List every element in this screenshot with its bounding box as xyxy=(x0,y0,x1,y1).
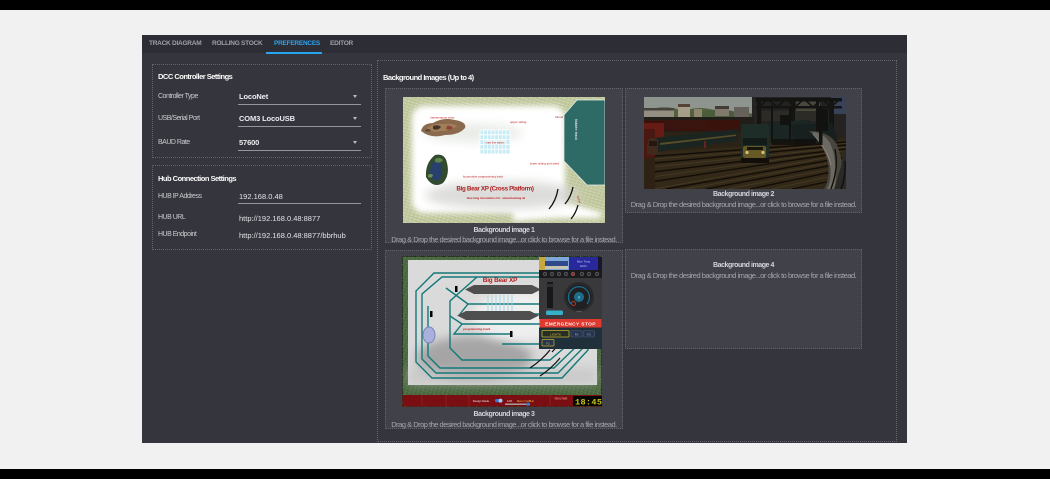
svg-text:locomotive programming track: locomotive programming track xyxy=(463,175,504,179)
svg-text:F0: F0 xyxy=(575,332,579,336)
svg-text:blue tang innovations ltd - ww: blue tang innovations ltd - www.bluetang… xyxy=(467,196,526,200)
svg-text:speed: speed xyxy=(576,311,581,313)
svg-text:F2: F2 xyxy=(546,341,550,345)
svg-text:hidden track: hidden track xyxy=(574,119,578,140)
svg-text:lower siding and shed: lower siding and shed xyxy=(530,162,559,166)
svg-text:Big Bear XP: Big Bear XP xyxy=(483,277,518,284)
svg-text:12%: 12% xyxy=(507,399,513,403)
svg-text:F1: F1 xyxy=(587,332,591,336)
svg-text:EMERGENCY STOP: EMERGENCY STOP xyxy=(545,321,596,327)
svg-text:Design Mode: Design Mode xyxy=(473,399,490,403)
svg-text:maintenance crew: maintenance crew xyxy=(430,116,455,120)
svg-text:LIGHTS: LIGHTS xyxy=(550,332,561,336)
svg-text:Blue Tang: Blue Tang xyxy=(577,260,591,264)
svg-text:REALTIME: REALTIME xyxy=(555,397,568,401)
svg-text:main line station: main line station xyxy=(486,141,505,145)
svg-text:upper siding: upper siding xyxy=(510,120,527,124)
svg-text:18:45: 18:45 xyxy=(575,397,602,407)
svg-text:programming track: programming track xyxy=(463,327,491,331)
svg-text:0: 0 xyxy=(578,296,580,300)
svg-text:Max is CABLE: Max is CABLE xyxy=(517,399,534,403)
svg-text:EMU: EMU xyxy=(580,264,587,268)
svg-text:Big Bear XP (Cross Platform): Big Bear XP (Cross Platform) xyxy=(456,186,533,193)
svg-text:tunnel: tunnel xyxy=(555,115,564,119)
